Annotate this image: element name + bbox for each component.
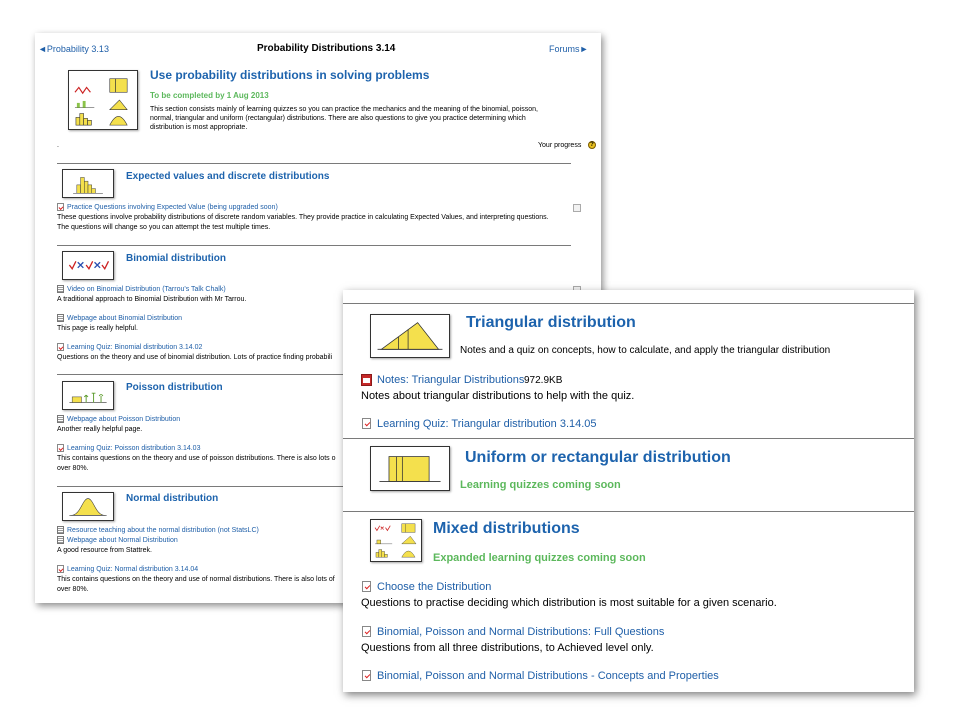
- quiz-icon: [362, 418, 371, 429]
- mixed-thumbnail: [370, 519, 422, 562]
- normal-thumbnail: [62, 492, 114, 521]
- poisson-quiz-link[interactable]: Learning Quiz: Poisson distribution 3.14…: [67, 444, 200, 453]
- help-icon[interactable]: ?: [588, 141, 596, 149]
- triangular-notes-desc: Notes about triangular distributions to …: [361, 390, 635, 402]
- page-icon: [57, 526, 64, 534]
- quiz-icon: [362, 626, 371, 637]
- forums-link[interactable]: Forums►: [549, 44, 588, 55]
- quiz-icon: [362, 581, 371, 592]
- triangular-heading: Triangular distribution: [466, 314, 636, 331]
- page-title: Probability Distributions 3.14: [257, 43, 396, 54]
- full-questions-link[interactable]: Binomial, Poisson and Normal Distributio…: [377, 626, 664, 639]
- quiz-icon: [57, 565, 64, 573]
- binomial-quiz-link[interactable]: Learning Quiz: Binomial distribution 3.1…: [67, 343, 202, 352]
- intro-text-line2: normal, triangular and uniform (rectangu…: [150, 115, 526, 122]
- prev-section-link[interactable]: ◄Probability 3.13: [38, 44, 109, 55]
- quiz-icon: [57, 444, 64, 452]
- mixed-coming-soon: Expanded learning quizzes coming soon: [433, 552, 646, 564]
- poisson-webpage-desc: Another really helpful page.: [57, 426, 143, 433]
- normal-quiz-desc-line2: over 80%.: [57, 586, 89, 593]
- divider: [343, 438, 914, 439]
- uniform-thumbnail: [370, 446, 450, 491]
- normal-resource-link[interactable]: Resource teaching about the normal distr…: [67, 526, 259, 535]
- uniform-chart-icon: [379, 456, 441, 482]
- intro-text-line1: This section consists mainly of learning…: [150, 106, 538, 113]
- expected-values-heading: Expected values and discrete distributio…: [126, 171, 330, 182]
- spacer-dot: .: [57, 142, 59, 149]
- divider: [57, 245, 571, 246]
- triangular-notes-link[interactable]: Notes: Triangular Distributions: [377, 374, 524, 387]
- due-date: To be completed by 1 Aug 2013: [150, 91, 269, 100]
- expected-desc-line1: These questions involve probability dist…: [57, 214, 549, 221]
- expected-desc-line2: The questions will change so you can att…: [57, 224, 271, 231]
- quiz-icon: [362, 670, 371, 681]
- full-questions-desc: Questions from all three distributions, …: [361, 642, 654, 654]
- normal-webpage-desc: A good resource from Stattrek.: [57, 547, 152, 554]
- distributions-chart-icon: [74, 78, 128, 126]
- normal-quiz-desc-line1: This contains questions on the theory an…: [57, 576, 335, 583]
- concepts-properties-link[interactable]: Binomial, Poisson and Normal Distributio…: [377, 670, 719, 683]
- divider: [343, 511, 914, 512]
- divider: [57, 163, 571, 164]
- choose-distribution-desc: Questions to practise deciding which dis…: [361, 597, 777, 609]
- normal-quiz-link[interactable]: Learning Quiz: Normal distribution 3.14.…: [67, 565, 198, 574]
- binomial-video-link[interactable]: Video on Binomial Distribution (Tarrou's…: [67, 285, 226, 294]
- triangular-chart-icon: [377, 322, 443, 350]
- quiz-icon: [57, 203, 64, 211]
- page-icon: [57, 536, 64, 544]
- pdf-icon: [361, 374, 372, 386]
- course-page-zoomed: Triangular distribution Notes and a quiz…: [343, 290, 914, 692]
- binomial-video-desc: A traditional approach to Binomial Distr…: [57, 296, 247, 303]
- intro-text-line3: distribution is most appropriate.: [150, 124, 248, 131]
- normal-webpage-link[interactable]: Webpage about Normal Distribution: [67, 536, 178, 545]
- mixed-heading: Mixed distributions: [433, 520, 580, 537]
- poisson-thumbnail: [62, 381, 114, 410]
- distributions-thumbnail: [68, 70, 138, 130]
- binomial-ticks-icon: [68, 261, 110, 270]
- normal-curve-icon: [69, 498, 107, 516]
- page-icon: [57, 314, 64, 322]
- expected-value-quiz-link[interactable]: Practice Questions involving Expected Va…: [67, 203, 278, 212]
- page-icon: [57, 285, 64, 293]
- expected-values-thumbnail: [62, 169, 114, 198]
- mixed-distributions-icon: [374, 523, 417, 558]
- intro-heading: Use probability distributions in solving…: [150, 68, 430, 82]
- file-size: 972.9KB: [524, 375, 563, 386]
- binomial-webpage-desc: This page is really helpful.: [57, 325, 138, 332]
- uniform-coming-soon: Learning quizzes coming soon: [460, 479, 621, 491]
- poisson-chart-icon: [69, 392, 107, 403]
- poisson-quiz-desc-line2: over 80%.: [57, 465, 89, 472]
- your-progress-label: Your progress: [538, 142, 582, 149]
- binomial-quiz-desc: Questions on the theory and use of binom…: [57, 354, 333, 361]
- normal-heading: Normal distribution: [126, 493, 219, 504]
- triangular-thumbnail: [370, 314, 450, 358]
- poisson-quiz-desc-line1: This contains questions on the theory an…: [57, 455, 336, 462]
- page-icon: [57, 415, 64, 423]
- binomial-thumbnail: [62, 251, 114, 280]
- triangular-quiz-link[interactable]: Learning Quiz: Triangular distribution 3…: [377, 418, 597, 431]
- binomial-heading: Binomial distribution: [126, 253, 226, 264]
- choose-distribution-link[interactable]: Choose the Distribution: [377, 581, 491, 594]
- binomial-webpage-link[interactable]: Webpage about Binomial Distribution: [67, 314, 182, 323]
- triangular-subtitle: Notes and a quiz on concepts, how to cal…: [460, 345, 831, 356]
- completion-checkbox[interactable]: [573, 204, 581, 212]
- poisson-heading: Poisson distribution: [126, 382, 223, 393]
- histogram-chart-icon: [73, 177, 103, 194]
- divider: [343, 303, 914, 304]
- poisson-webpage-link[interactable]: Webpage about Poisson Distribution: [67, 415, 180, 424]
- quiz-icon: [57, 343, 64, 351]
- uniform-heading: Uniform or rectangular distribution: [465, 449, 731, 466]
